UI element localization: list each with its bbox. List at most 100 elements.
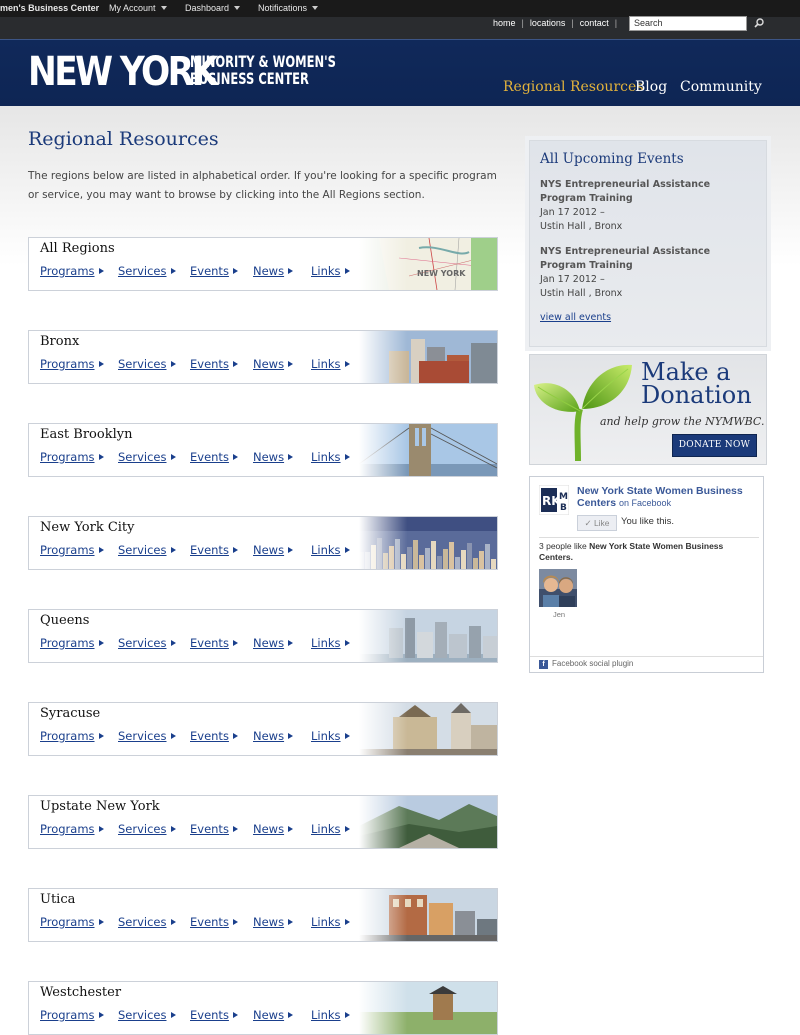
region-link-news[interactable]: News: [253, 729, 294, 743]
region-name[interactable]: Queens: [40, 613, 89, 628]
region-image: [359, 796, 497, 848]
event-title[interactable]: NYS Entrepreneurial Assistance Program T…: [540, 245, 755, 273]
region-link-events[interactable]: Events: [190, 543, 238, 557]
facebook-page-name[interactable]: New York State Women Business Centers on…: [577, 485, 757, 509]
admin-menu-dashboard[interactable]: Dashboard: [185, 3, 241, 13]
region-link-programs[interactable]: Programs: [40, 264, 104, 278]
chevron-down-icon: [160, 6, 167, 10]
region-link-programs[interactable]: Programs: [40, 543, 104, 557]
region-link-news[interactable]: News: [253, 264, 294, 278]
region-link-news[interactable]: News: [253, 1008, 294, 1022]
region-link-links[interactable]: Links: [311, 450, 350, 464]
region-link-label: Programs: [40, 264, 95, 278]
donate-now-button[interactable]: DONATE NOW: [672, 434, 757, 457]
event-location: Ustin Hall , Bronx: [540, 221, 623, 232]
region-name[interactable]: Utica: [40, 892, 75, 907]
donation-banner[interactable]: Make a Donation and help grow the NYMWBC…: [529, 354, 767, 465]
region-link-events[interactable]: Events: [190, 729, 238, 743]
region-link-events[interactable]: Events: [190, 915, 238, 929]
region-link-links[interactable]: Links: [311, 822, 350, 836]
region-link-programs[interactable]: Programs: [40, 915, 104, 929]
region-name[interactable]: Bronx: [40, 334, 79, 349]
avatar-name[interactable]: Jen: [553, 610, 565, 619]
avatar[interactable]: [539, 569, 577, 607]
region-link-label: Events: [190, 450, 229, 464]
region-link-services[interactable]: Services: [118, 264, 176, 278]
region-name[interactable]: Westchester: [40, 985, 121, 1000]
search-input[interactable]: Search: [629, 16, 747, 31]
admin-site-name[interactable]: men's Business Center: [0, 3, 99, 13]
view-all-events-link[interactable]: view all events: [540, 312, 611, 323]
like-button[interactable]: ✓ Like: [577, 515, 617, 531]
region-link-services[interactable]: Services: [118, 729, 176, 743]
like-label: Like: [593, 518, 610, 528]
page-logo[interactable]: RK M B: [539, 485, 569, 515]
region-link-news[interactable]: News: [253, 636, 294, 650]
logo-subtitle[interactable]: MINORITY & WOMEN'S BUSINESS CENTER: [190, 53, 336, 87]
arrow-right-icon: [288, 547, 294, 553]
region-link-events[interactable]: Events: [190, 450, 238, 464]
logo-new-york[interactable]: NEW YORK: [28, 52, 218, 92]
region-link-services[interactable]: Services: [118, 1008, 176, 1022]
facebook-icon: f: [539, 660, 548, 669]
nav-community[interactable]: Community: [680, 79, 762, 95]
search-icon[interactable]: [753, 17, 765, 29]
admin-menu-notifications[interactable]: Notifications: [258, 3, 319, 13]
region-link-services[interactable]: Services: [118, 822, 176, 836]
link-locations[interactable]: locations: [530, 18, 566, 28]
region-link-events[interactable]: Events: [190, 636, 238, 650]
region-link-news[interactable]: News: [253, 357, 294, 371]
region-link-programs[interactable]: Programs: [40, 1008, 104, 1022]
region-name[interactable]: Syracuse: [40, 706, 100, 721]
region-name[interactable]: New York City: [40, 520, 135, 535]
region-link-programs[interactable]: Programs: [40, 357, 104, 371]
region-name[interactable]: All Regions: [40, 241, 115, 256]
event-item[interactable]: NYS Entrepreneurial Assistance Program T…: [540, 178, 755, 234]
region-link-events[interactable]: Events: [190, 822, 238, 836]
arrow-right-icon: [170, 919, 176, 925]
region-link-label: Programs: [40, 357, 95, 371]
region-link-programs[interactable]: Programs: [40, 822, 104, 836]
region-link-links[interactable]: Links: [311, 264, 350, 278]
arrow-right-icon: [170, 826, 176, 832]
region-link-label: News: [253, 450, 285, 464]
region-link-links[interactable]: Links: [311, 357, 350, 371]
event-title[interactable]: NYS Entrepreneurial Assistance Program T…: [540, 178, 755, 206]
region-image: NEW YORK: [359, 238, 497, 290]
admin-menu-my-account[interactable]: My Account: [109, 3, 167, 13]
region-link-label: Links: [311, 264, 341, 278]
region-link-services[interactable]: Services: [118, 357, 176, 371]
region-link-links[interactable]: Links: [311, 915, 350, 929]
event-item[interactable]: NYS Entrepreneurial Assistance Program T…: [540, 245, 755, 301]
region-link-links[interactable]: Links: [311, 543, 350, 557]
region-link-services[interactable]: Services: [118, 915, 176, 929]
region-link-services[interactable]: Services: [118, 450, 176, 464]
utility-links: home | locations | contact |: [493, 18, 623, 28]
facebook-footer-text[interactable]: Facebook social plugin: [552, 659, 633, 668]
region-link-events[interactable]: Events: [190, 1008, 238, 1022]
region-link-news[interactable]: News: [253, 915, 294, 929]
region-link-news[interactable]: News: [253, 822, 294, 836]
region-name[interactable]: Upstate New York: [40, 799, 160, 814]
region-link-services[interactable]: Services: [118, 636, 176, 650]
region-link-events[interactable]: Events: [190, 357, 238, 371]
nav-blog[interactable]: Blog: [635, 79, 667, 95]
region-link-programs[interactable]: Programs: [40, 450, 104, 464]
nav-regional-resources[interactable]: Regional Resources: [503, 79, 643, 95]
region-image: [359, 331, 497, 383]
region-link-links[interactable]: Links: [311, 729, 350, 743]
region-link-links[interactable]: Links: [311, 1008, 350, 1022]
link-contact[interactable]: contact: [580, 18, 609, 28]
chevron-down-icon: [234, 6, 241, 10]
region-link-programs[interactable]: Programs: [40, 729, 104, 743]
region-link-news[interactable]: News: [253, 450, 294, 464]
region-link-services[interactable]: Services: [118, 543, 176, 557]
region-name[interactable]: East Brooklyn: [40, 427, 132, 442]
region-link-news[interactable]: News: [253, 543, 294, 557]
sprout-icon: [534, 364, 632, 462]
arrow-right-icon: [170, 640, 176, 646]
region-link-links[interactable]: Links: [311, 636, 350, 650]
link-home[interactable]: home: [493, 18, 516, 28]
region-link-programs[interactable]: Programs: [40, 636, 104, 650]
region-link-events[interactable]: Events: [190, 264, 238, 278]
